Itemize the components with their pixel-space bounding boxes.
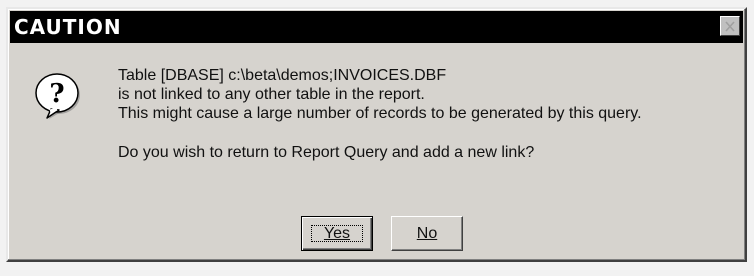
close-icon [725,20,735,32]
caution-dialog: CAUTION ? Table [DBASE] c:\beta\demos;IN… [6,7,747,262]
message-line: This might cause a large number of recor… [118,105,642,122]
no-button[interactable]: No [391,216,463,251]
question-icon: ? [35,73,80,119]
message-line: Table [DBASE] c:\beta\demos;INVOICES.DBF [118,67,447,84]
prompt-text: Do you wish to return to Report Query an… [118,144,535,161]
yes-button[interactable]: Yes [301,216,373,251]
message-text: Table [DBASE] c:\beta\demos;INVOICES.DBF… [118,66,642,123]
dialog-title: CAUTION [14,15,122,39]
title-bar[interactable]: CAUTION [10,11,743,43]
close-button[interactable] [720,16,740,36]
yes-button-label: Yes [323,224,351,242]
message-line: is not linked to any other table in the … [118,86,425,103]
no-button-label: No [416,224,438,242]
svg-text:?: ? [49,79,64,109]
